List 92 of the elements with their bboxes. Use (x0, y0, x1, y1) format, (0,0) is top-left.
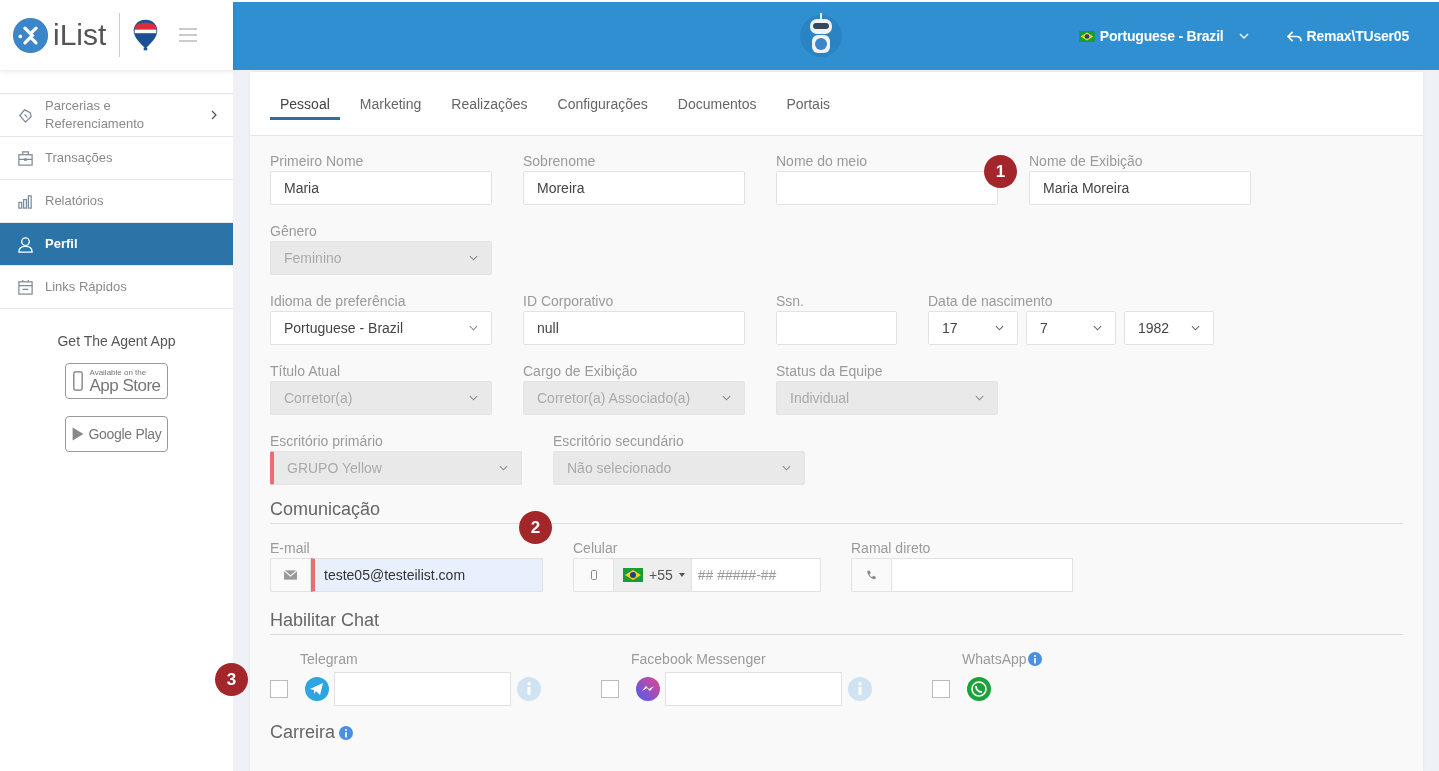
chevron-icon (469, 325, 478, 331)
field-label: E-mail (270, 540, 311, 556)
chevron-icon (469, 255, 478, 261)
input-field[interactable]: null (523, 311, 745, 345)
reply-arrow-icon (1286, 29, 1302, 43)
paper-plane-icon (305, 677, 329, 701)
tab[interactable]: Configurações (547, 95, 658, 120)
phone-chat-icon (967, 677, 991, 701)
field-label: Escritório secundário (553, 433, 685, 449)
sidebar-item[interactable]: Perfil (0, 223, 233, 266)
bar-chart-icon (17, 192, 34, 210)
info-icon[interactable] (848, 677, 872, 701)
tab[interactable]: Realizações (441, 95, 538, 120)
sidebar-item[interactable]: Transações (0, 137, 233, 180)
brazil-flag-icon (1078, 30, 1095, 42)
input-field[interactable] (776, 311, 897, 345)
input-field[interactable] (665, 672, 842, 706)
user-menu[interactable]: Remax\TUser05 (1286, 28, 1409, 44)
tab[interactable]: Documentos (667, 95, 767, 120)
date-select[interactable]: 7 (1026, 311, 1116, 345)
field-label: Status da Equipe (776, 363, 884, 379)
google-play-badge[interactable]: Google Play (64, 416, 169, 452)
chevron-icon (782, 465, 791, 471)
field-label: Primeiro Nome (270, 153, 365, 169)
language-dropdown[interactable]: Portuguese - Brazil (1078, 28, 1249, 44)
logo-icon (12, 16, 49, 54)
brand-name: iList (53, 18, 107, 52)
field-label: Data de nascimento (928, 293, 1054, 309)
app-store-badge[interactable]: Available on the App Store (65, 363, 168, 399)
envelope-icon (284, 570, 297, 580)
info-icon[interactable] (1027, 652, 1042, 666)
robot-icon[interactable] (799, 10, 843, 58)
chevron-icon (1093, 325, 1102, 331)
section-title: Habilitar Chat (270, 610, 1403, 635)
person-icon (17, 235, 34, 253)
field-label: Celular (573, 540, 619, 556)
input-field[interactable] (776, 171, 998, 205)
field-label: Sobrenome (523, 153, 597, 169)
field-label: Idioma de preferência (270, 293, 407, 309)
tab[interactable]: Pessoal (270, 95, 340, 120)
input-field[interactable]: Maria (270, 171, 492, 205)
chevron-icon (995, 325, 1004, 331)
field-label: Nome do meio (776, 153, 869, 169)
menu-icon[interactable] (179, 28, 198, 42)
input-field[interactable]: Maria Moreira (1029, 171, 1251, 205)
field-label: ID Corporativo (523, 293, 615, 309)
input-field[interactable]: Moreira (523, 171, 745, 205)
checkbox[interactable] (932, 680, 950, 698)
country-code-dropdown[interactable]: +55 (614, 558, 692, 592)
input-field[interactable] (892, 558, 1073, 592)
brazil-flag-icon (623, 568, 643, 582)
promo-title: Get The Agent App (57, 333, 176, 349)
chevron-icon (1191, 325, 1200, 331)
phone-icon (865, 570, 878, 580)
info-icon[interactable] (517, 677, 541, 701)
calendar-icon (17, 278, 34, 296)
step-marker: 1 (984, 155, 1017, 188)
sidebar-item[interactable]: Links Rápidos (0, 266, 233, 309)
field-label: Ssn. (776, 293, 805, 309)
chevron-icon (469, 395, 478, 401)
chevron-icon (975, 395, 984, 401)
briefcase-icon (17, 149, 34, 167)
chevron-icon (1238, 33, 1249, 39)
sidebar-item[interactable]: Parcerias e Referenciamento (0, 94, 233, 137)
checkbox[interactable] (601, 680, 619, 698)
field-label: Ramal direto (851, 540, 932, 556)
input-field[interactable] (334, 672, 511, 706)
field-label: WhatsApp (962, 651, 1027, 667)
select-field[interactable]: Portuguese - Brazil (270, 311, 492, 345)
field-label: Cargo de Exibição (523, 363, 639, 379)
chevron-icon (499, 465, 508, 471)
field-label: Telegram (300, 651, 358, 667)
messenger-icon (636, 677, 660, 701)
date-select[interactable]: 17 (928, 311, 1018, 345)
input-field[interactable]: ## #####-## (691, 558, 821, 592)
mobile-phone-icon (590, 570, 597, 580)
caret-icon (678, 573, 685, 577)
tab[interactable]: Portais (776, 95, 840, 120)
section-title: Carreira (270, 722, 335, 743)
balloon-icon (132, 18, 160, 52)
chevron-icon (211, 110, 217, 120)
date-select[interactable]: 1982 (1124, 311, 1214, 345)
field-label: Gênero (270, 223, 318, 239)
chevron-icon (722, 395, 731, 401)
field-label: Escritório primário (270, 433, 384, 449)
field-label: Facebook Messenger (631, 651, 766, 667)
field-label: Nome de Exibição (1029, 153, 1144, 169)
field-label: Título Atual (270, 363, 342, 379)
info-icon[interactable] (339, 725, 353, 740)
checkbox[interactable] (270, 680, 288, 698)
tab[interactable]: Marketing (349, 95, 432, 120)
input-field[interactable]: teste05@testeilist.com (311, 558, 543, 592)
